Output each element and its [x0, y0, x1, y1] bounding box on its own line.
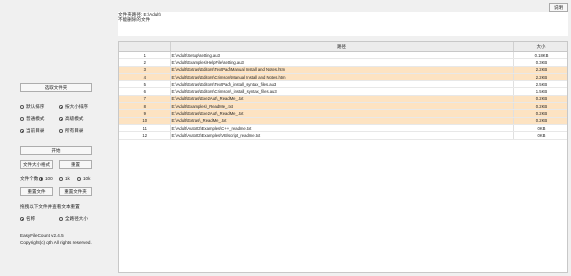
col-header-path[interactable]: 路径: [170, 42, 514, 52]
choose-folder-button[interactable]: 选取文件夹: [20, 83, 92, 92]
radio-count-10k[interactable]: 10k: [77, 176, 90, 181]
row-index-cell: 3: [119, 66, 171, 74]
drag-hint-label: 拖拽以下文件并查看文本重置: [20, 204, 80, 209]
row-path-cell: E:\Adult\AutoIt3\Examples\C++_readme.txt: [170, 124, 514, 133]
table-row[interactable]: 12 E:\Adult\AutoIt3\Examples\VB\script_re…: [119, 131, 567, 140]
row-size-cell: 0.3KB: [513, 58, 567, 67]
radio-dot: [20, 129, 24, 133]
col-header-size[interactable]: 大小: [513, 42, 567, 52]
table-row[interactable]: 8 E:\Adult\Examples\_ReadMe_.txt 0.2KB: [119, 102, 567, 111]
row-index-cell: 4: [119, 73, 171, 82]
reset-file-button[interactable]: 重置文件: [20, 187, 53, 196]
radio-all-dirs[interactable]: 所有目录: [59, 128, 83, 134]
row-size-cell: 0.2KB: [513, 95, 567, 104]
row-path-cell: E:\Adult\Examples\HelpFile\setting.au3: [170, 58, 514, 67]
row-path-cell: E:\Adult\Extras\_ReadMe_.txt: [170, 117, 514, 125]
radio-dot: [20, 117, 24, 121]
table-row[interactable]: 6 E:\Adult\Extras\Editors\Crimson\_instal…: [119, 87, 567, 96]
row-index-cell: 8: [119, 102, 171, 111]
row-index-cell: 1: [119, 51, 171, 60]
start-button[interactable]: 开始: [20, 146, 92, 155]
file-size-format-button[interactable]: 文件大小格式: [20, 160, 53, 169]
row-size-cell: 0.18KB: [513, 51, 567, 60]
row-path-cell: E:\Adult\Extras\Editors\TextPad\_install…: [170, 80, 514, 89]
row-size-cell: 2.2KB: [513, 73, 567, 82]
table-row[interactable]: 7 E:\Adult\Extras\Exe2Aut\_ReadMe_.txt 0.2…: [119, 95, 567, 104]
row-index-cell: 5: [119, 80, 171, 89]
row-index-cell: 12: [119, 131, 171, 140]
row-path-cell: E:\Adult\Extras\Editors\Crimson\Manual I…: [170, 73, 514, 82]
radio-default-sort[interactable]: 默认排序: [20, 104, 44, 110]
radio-dot: [20, 217, 24, 221]
row-size-cell: 0.2KB: [513, 102, 567, 111]
row-path-cell: E:\Adult\Extras\Editors\TextPad\Manual I…: [170, 66, 514, 74]
radio-fullpath-size[interactable]: 全路径大小: [59, 216, 88, 222]
info-panel: 文件夹路径: E:\Adult\ 不能删除的文件: [118, 12, 568, 36]
row-index-cell: 11: [119, 124, 171, 133]
help-button[interactable]: 说明: [549, 3, 568, 12]
table-row[interactable]: 2 E:\Adult\Examples\HelpFile\setting.au3 0…: [119, 58, 567, 67]
radio-dot: [77, 176, 81, 181]
row-size-cell: 0KB: [513, 131, 567, 140]
table-row[interactable]: 1 E:\Adult\Setup\setting.au3 0.18KB: [119, 51, 567, 60]
row-size-cell: 0.2KB: [513, 117, 567, 125]
file-table[interactable]: 路径 大小 1 E:\Adult\Setup\setting.au3 0.18KB 2…: [118, 41, 568, 273]
radio-advanced-mode[interactable]: 高级模式: [59, 116, 83, 122]
row-index-cell: 6: [119, 87, 171, 96]
app-name-text: EasyFileCount v2.4.5: [20, 233, 64, 238]
row-path-cell: E:\Adult\AutoIt3\Examples\VB\script_read…: [170, 131, 514, 140]
undeletable-files-text: 不能删除的文件: [118, 17, 151, 23]
row-path-cell: E:\Adult\Extras\Exe2Aut\_ReadMe_.txt: [170, 109, 514, 118]
radio-size-sort[interactable]: 按大小排序: [59, 104, 88, 110]
row-size-cell: 1.5KB: [513, 87, 567, 96]
row-path-cell: E:\Adult\Extras\Editors\Crimson\_install…: [170, 87, 514, 96]
radio-dot: [59, 117, 63, 121]
row-index-cell: 7: [119, 95, 171, 104]
table-row[interactable]: 5 E:\Adult\Extras\Editors\TextPad\_instal…: [119, 80, 567, 89]
row-size-cell: 0KB: [513, 124, 567, 133]
table-row[interactable]: 10 E:\Adult\Extras\_ReadMe_.txt 0.2KB: [119, 117, 567, 125]
row-path-cell: E:\Adult\Extras\Exe2Aut\_ReadMe_.txt: [170, 95, 514, 104]
col-header-index[interactable]: [119, 42, 171, 52]
file-count-label: 文件个数: [20, 176, 39, 181]
radio-dot: [20, 105, 24, 109]
row-size-cell: 2.5KB: [513, 80, 567, 89]
row-path-cell: E:\Adult\Setup\setting.au3: [170, 51, 514, 60]
left-panel: 选取文件夹 默认排序 按大小排序 普通模式 高级模式 当前目录 所有目录 开始 …: [0, 0, 112, 276]
table-row[interactable]: 11 E:\Adult\AutoIt3\Examples\C++_readme.t…: [119, 124, 567, 133]
radio-current-dir[interactable]: 当前目录: [20, 128, 44, 134]
radio-dot: [39, 176, 43, 181]
table-row[interactable]: 9 E:\Adult\Extras\Exe2Aut\_ReadMe_.txt 0.2…: [119, 109, 567, 118]
row-size-cell: 0.2KB: [513, 109, 567, 118]
table-row[interactable]: 3 E:\Adult\Extras\Editors\TextPad\Manual …: [119, 66, 567, 74]
radio-normal-mode[interactable]: 普通模式: [20, 116, 44, 122]
radio-dot: [59, 217, 63, 221]
table-row[interactable]: 4 E:\Adult\Extras\Editors\Crimson\Manual …: [119, 73, 567, 82]
radio-dot: [59, 129, 63, 133]
table-header-row: 路径 大小: [119, 42, 567, 52]
row-index-cell: 10: [119, 117, 171, 125]
row-path-cell: E:\Adult\Examples\_ReadMe_.txt: [170, 102, 514, 111]
radio-dot: [59, 176, 63, 181]
row-index-cell: 2: [119, 58, 171, 67]
reset-folder-button[interactable]: 重置文件夹: [59, 187, 92, 196]
copyright-text: Copyright(c) qth All rights reserved.: [20, 240, 92, 245]
radio-name[interactable]: 名称: [20, 216, 35, 222]
radio-dot: [59, 105, 63, 109]
radio-count-100[interactable]: 100: [39, 176, 53, 181]
radio-count-1k[interactable]: 1k: [59, 176, 70, 181]
reset-button[interactable]: 重置: [59, 160, 92, 169]
row-index-cell: 9: [119, 109, 171, 118]
row-size-cell: 2.2KB: [513, 66, 567, 74]
